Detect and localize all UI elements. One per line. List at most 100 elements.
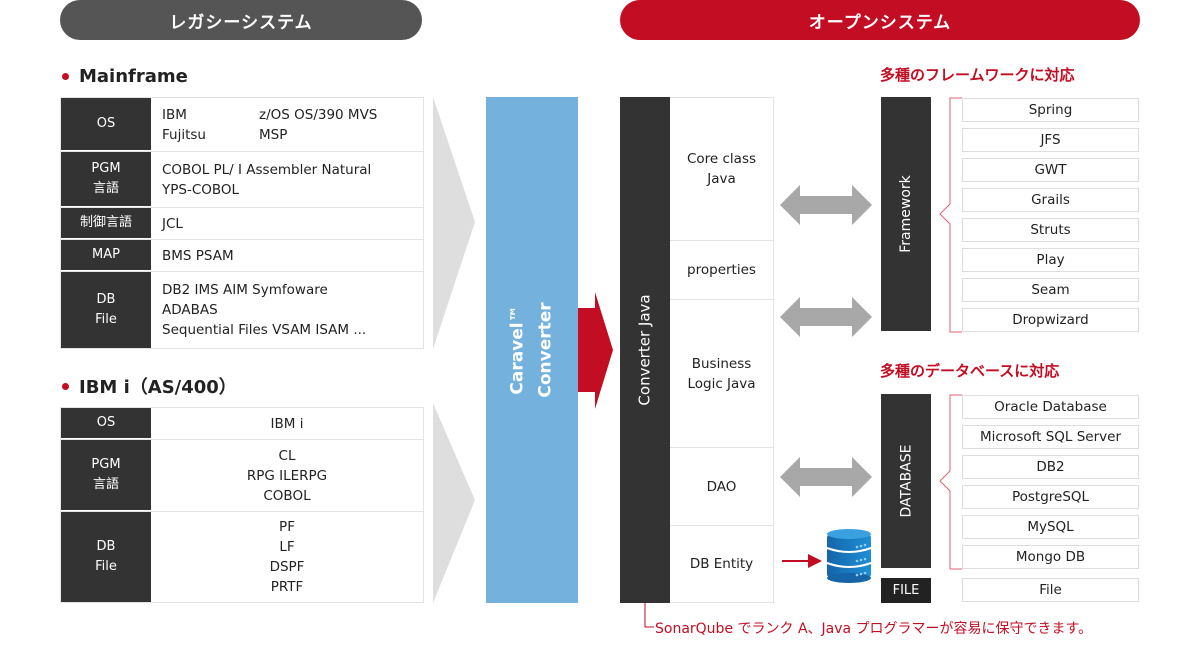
- table-row: OS IBM i: [61, 408, 423, 440]
- file-item: File: [962, 578, 1139, 602]
- row-value: CL RPG ILERPG COBOL: [151, 440, 423, 511]
- cell-core-class: Core class Java: [670, 97, 774, 241]
- converter-label-2: Converter: [536, 302, 557, 398]
- framework-item: Struts: [962, 218, 1139, 242]
- row-value: JCL: [151, 208, 423, 239]
- value-line: BMS PSAM: [162, 247, 234, 264]
- table-row: DB File DB2 IMS AIM Symfoware ADABAS Sequen…: [61, 272, 423, 348]
- value-line: ADABAS: [162, 302, 218, 318]
- chevron-arrows: [433, 97, 475, 603]
- cell-properties: properties: [670, 240, 774, 300]
- framework-item: JFS: [962, 128, 1139, 152]
- row-value: BMS PSAM: [151, 240, 423, 271]
- chevron-icon: [433, 97, 475, 349]
- value-line: MSP: [259, 126, 288, 143]
- converter-java-column: Converter Java: [620, 97, 670, 603]
- framework-item: GWT: [962, 158, 1139, 182]
- legacy-header-text: レガシーシステム: [169, 12, 313, 33]
- framework-item: Spring: [962, 98, 1139, 122]
- value-line: COBOL PL/ I Assembler Natural: [162, 161, 372, 178]
- value-line: Sequential Files VSAM ISAM ...: [162, 322, 367, 338]
- framework-bracket: [939, 97, 962, 333]
- ibmi-table: OS IBM i PGM 言語 CL RPG ILERPG COBOL DB File PF L…: [60, 407, 424, 603]
- row-value: IBM i: [151, 408, 423, 439]
- open-system-header: オープンシステム: [620, 0, 1140, 40]
- cell-db-entity: DB Entity: [670, 525, 774, 603]
- framework-item: Grails: [962, 188, 1139, 212]
- table-row: MAP BMS PSAM: [61, 240, 423, 272]
- mainframe-title: Mainframe: [79, 65, 188, 87]
- database-box: DATABASE: [881, 394, 931, 568]
- file-box: FILE: [881, 578, 931, 603]
- row-label: PGM 言語: [61, 440, 151, 511]
- value-line: RPG ILERPG: [246, 467, 328, 484]
- mainframe-heading: Mainframe: [62, 64, 188, 88]
- row-value: COBOL PL/ I Assembler Natural YPS-COBOL: [151, 152, 423, 207]
- double-arrow-icon: [780, 185, 872, 225]
- value-line: DB2 IMS AIM Symfoware: [162, 282, 328, 298]
- database-item: MySQL: [962, 515, 1139, 539]
- value-line: IBM: [162, 106, 187, 123]
- framework-box: Framework: [881, 97, 931, 331]
- cell-business-logic: Business Logic Java: [670, 299, 774, 448]
- value-line: DSPF: [269, 559, 305, 575]
- row-label: DB File: [61, 272, 151, 348]
- table-row: PGM 言語 COBOL PL/ I Assembler Natural YPS-C…: [61, 152, 423, 208]
- ibmi-heading: IBM i（AS/400）: [62, 374, 237, 398]
- database-item: DB2: [962, 455, 1139, 479]
- value-line: YPS-COBOL: [162, 181, 240, 198]
- row-value: z/OS OS/390 MVS MSP: [259, 98, 423, 151]
- value-line: PF: [279, 519, 295, 535]
- table-row: PGM 言語 CL RPG ILERPG COBOL: [61, 440, 423, 512]
- row-label: MAP: [61, 240, 151, 271]
- framework-item: Seam: [962, 278, 1139, 302]
- database-title: 多種のデータベースに対応: [880, 362, 1060, 380]
- value-line: z/OS OS/390 MVS: [259, 106, 378, 123]
- database-item: PostgreSQL: [962, 485, 1139, 509]
- database-bracket: [939, 394, 962, 570]
- database-item: Oracle Database: [962, 395, 1139, 419]
- double-arrow-icon: [780, 297, 872, 337]
- value-line: JCL: [162, 215, 183, 232]
- table-row: OS IBM Fujitsu z/OS OS/390 MVS MSP: [61, 98, 423, 152]
- value-line: Fujitsu: [162, 126, 206, 143]
- database-label: DATABASE: [898, 444, 915, 518]
- framework-label: Framework: [898, 175, 914, 253]
- row-label: PGM 言語: [61, 152, 151, 207]
- bullet-icon: [62, 72, 69, 80]
- value-line: COBOL: [263, 487, 311, 504]
- framework-item: Play: [962, 248, 1139, 272]
- small-red-arrow-icon: [782, 554, 822, 568]
- table-row: 制御言語 JCL: [61, 208, 423, 240]
- legacy-system-header: レガシーシステム: [60, 0, 422, 40]
- caravel-converter-box: Caravel™ Converter: [486, 97, 578, 603]
- value-line: PRTF: [270, 579, 304, 595]
- converter-java-label: Converter Java: [636, 294, 655, 406]
- footer-bracket: [644, 603, 654, 628]
- ibmi-title: IBM i（AS/400）: [79, 377, 237, 398]
- row-value: PF LF DSPF PRTF: [151, 512, 423, 602]
- row-value: DB2 IMS AIM Symfoware ADABAS Sequential Fi…: [151, 272, 423, 348]
- table-row: DB File PF LF DSPF PRTF: [61, 512, 423, 602]
- value-line: CL: [278, 447, 296, 464]
- row-label: DB File: [61, 512, 151, 602]
- framework-title: 多種のフレームワークに対応: [880, 66, 1075, 84]
- open-header-text: オープンシステム: [808, 12, 952, 33]
- red-arrow-icon: [578, 292, 613, 409]
- cell-dao: DAO: [670, 447, 774, 526]
- mainframe-table: OS IBM Fujitsu z/OS OS/390 MVS MSP PGM 言語 COBO…: [60, 97, 424, 349]
- bullet-icon: [62, 382, 69, 390]
- row-value: IBM Fujitsu: [151, 98, 259, 151]
- database-icon: [826, 529, 872, 583]
- value-line: LF: [279, 539, 295, 555]
- double-arrows: [780, 185, 872, 497]
- converter-label-1: Caravel™: [508, 305, 529, 395]
- value-line: IBM i: [270, 415, 304, 432]
- row-label: OS: [61, 98, 151, 151]
- chevron-icon: [433, 403, 475, 603]
- row-label: OS: [61, 408, 151, 439]
- database-item: Microsoft SQL Server: [962, 425, 1139, 449]
- database-item: Mongo DB: [962, 545, 1139, 569]
- footer-note: SonarQube でランク A、Java プログラマーが容易に保守できます。: [655, 621, 1093, 637]
- framework-item: Dropwizard: [962, 308, 1139, 332]
